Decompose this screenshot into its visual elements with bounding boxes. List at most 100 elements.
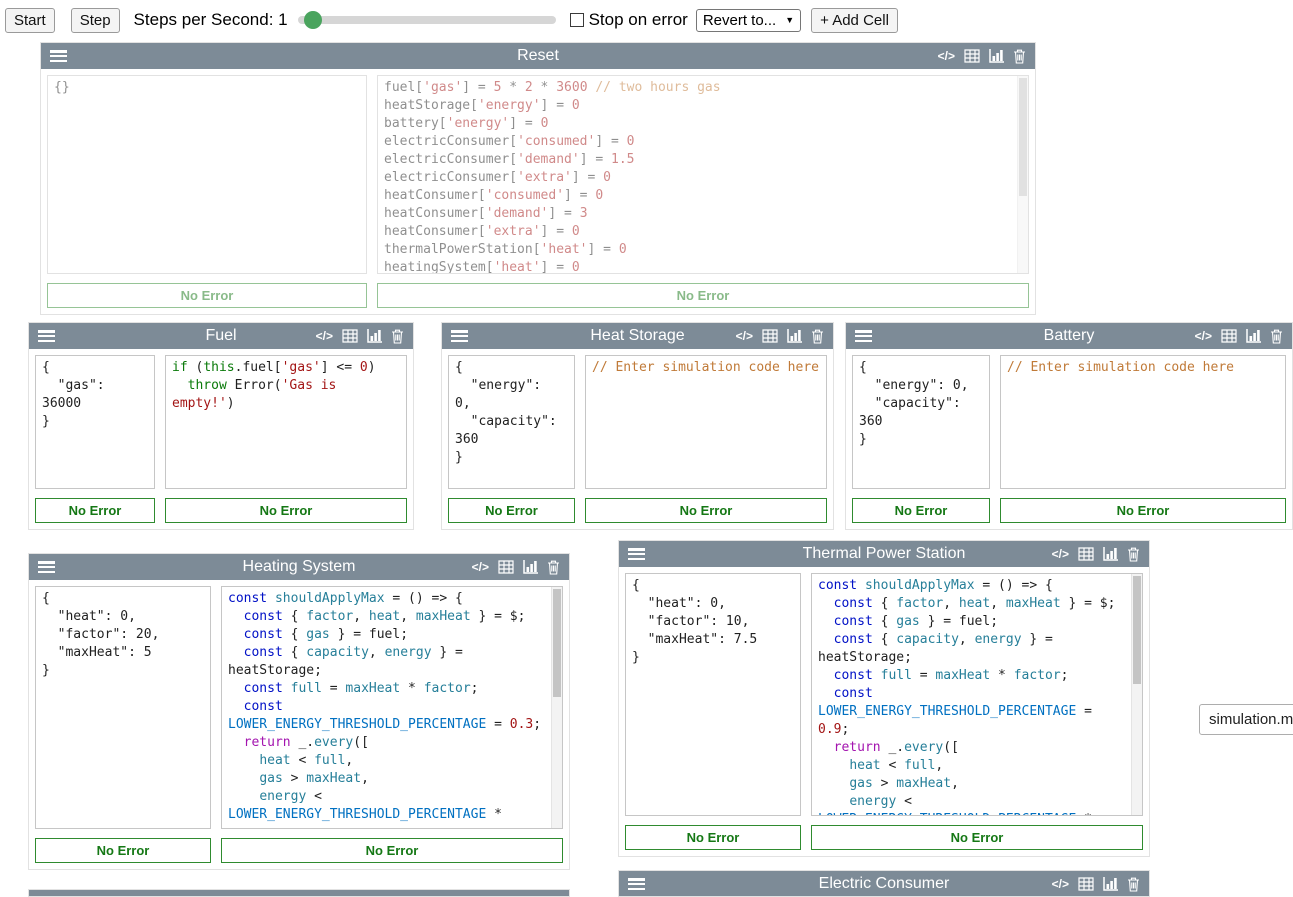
delete-cell-icon[interactable] bbox=[1127, 877, 1140, 892]
delete-cell-icon[interactable] bbox=[1127, 547, 1140, 562]
delete-cell-icon[interactable] bbox=[1270, 329, 1283, 344]
cell-title: Reset bbox=[517, 47, 559, 65]
add-cell-button[interactable]: + Add Cell bbox=[811, 8, 898, 33]
code-editor[interactable]: const shouldApplyMax = () => { const { f… bbox=[221, 586, 563, 829]
drag-handle-icon[interactable] bbox=[451, 330, 468, 342]
state-editor[interactable]: { "gas": 36000 } bbox=[35, 355, 155, 489]
chart-view-icon[interactable] bbox=[367, 329, 382, 343]
state-editor[interactable]: { "energy": 0, "capacity": 360 } bbox=[448, 355, 575, 489]
cell-header: Heating System </> bbox=[29, 554, 569, 580]
chart-view-icon[interactable] bbox=[787, 329, 802, 343]
state-editor[interactable]: { "heat": 0, "factor": 20, "maxHeat": 5 … bbox=[35, 586, 211, 829]
cell-header: Heat Consumer </> bbox=[29, 890, 569, 897]
code-error-status: No Error bbox=[377, 283, 1029, 308]
stop-on-error-checkbox[interactable] bbox=[570, 13, 584, 27]
cell-heat-consumer: Heat Consumer </> bbox=[28, 889, 570, 897]
code-view-icon[interactable]: </> bbox=[472, 560, 489, 574]
toolbar: Start Step Steps per Second: 1 Stop on e… bbox=[0, 0, 1293, 36]
cell-header: Battery </> bbox=[846, 323, 1292, 349]
code-view-icon[interactable]: </> bbox=[938, 49, 955, 63]
delete-cell-icon[interactable] bbox=[1013, 49, 1026, 64]
stop-on-error-label: Stop on error bbox=[589, 10, 688, 30]
scrollbar[interactable] bbox=[551, 587, 562, 828]
code-view-icon[interactable]: </> bbox=[1052, 877, 1069, 891]
cell-heating-system: Heating System </> { "heat": 0, "factor"… bbox=[28, 553, 570, 870]
filename-tooltip: simulation.m bbox=[1199, 704, 1293, 735]
cell-header: Electric Consumer </> bbox=[619, 871, 1149, 897]
delete-cell-icon[interactable] bbox=[811, 329, 824, 344]
cell-header: Thermal Power Station </> bbox=[619, 541, 1149, 567]
chart-view-icon[interactable] bbox=[1103, 877, 1118, 891]
scrollbar-thumb[interactable] bbox=[553, 589, 561, 697]
cell-thermal-power-station: Thermal Power Station </> { "heat": 0, "… bbox=[618, 540, 1150, 857]
table-view-icon[interactable] bbox=[964, 49, 980, 63]
drag-handle-icon[interactable] bbox=[628, 548, 645, 560]
code-error-status: No Error bbox=[1000, 498, 1286, 523]
start-button[interactable]: Start bbox=[5, 8, 55, 33]
scrollbar-thumb[interactable] bbox=[1133, 576, 1141, 684]
drag-handle-icon[interactable] bbox=[38, 330, 55, 342]
scrollbar[interactable] bbox=[1131, 574, 1142, 815]
chart-view-icon[interactable] bbox=[1103, 547, 1118, 561]
table-view-icon[interactable] bbox=[1221, 329, 1237, 343]
chart-view-icon[interactable] bbox=[1246, 329, 1261, 343]
cell-reset: Reset </> {} fuel['gas'] = 5 * 2 * 3600 … bbox=[40, 42, 1036, 315]
chart-view-icon[interactable] bbox=[523, 560, 538, 574]
cell-battery: Battery </> { "energy": 0, "capacity": 3… bbox=[845, 322, 1293, 530]
code-editor[interactable]: const shouldApplyMax = () => { const { f… bbox=[811, 573, 1143, 816]
state-editor[interactable]: {} bbox=[47, 75, 367, 274]
slider-knob[interactable] bbox=[304, 11, 322, 29]
cell-title: Battery bbox=[1044, 327, 1095, 345]
code-editor[interactable]: // Enter simulation code here bbox=[585, 355, 827, 489]
code-view-icon[interactable]: </> bbox=[736, 329, 753, 343]
state-editor[interactable]: { "energy": 0, "capacity": 360 } bbox=[852, 355, 990, 489]
table-view-icon[interactable] bbox=[498, 560, 514, 574]
code-error-status: No Error bbox=[221, 838, 563, 863]
cell-title: Fuel bbox=[205, 327, 236, 345]
cell-header: Heat Storage </> bbox=[442, 323, 833, 349]
drag-handle-icon[interactable] bbox=[855, 330, 872, 342]
table-view-icon[interactable] bbox=[342, 329, 358, 343]
state-error-status: No Error bbox=[35, 838, 211, 863]
chevron-down-icon: ▼ bbox=[785, 16, 794, 25]
code-editor[interactable]: // Enter simulation code here bbox=[1000, 355, 1286, 489]
revert-to-select[interactable]: Revert to... ▼ bbox=[696, 9, 801, 32]
steps-per-second-label: Steps per Second: 1 bbox=[134, 10, 288, 30]
cell-title: Thermal Power Station bbox=[803, 545, 966, 563]
steps-per-second-slider[interactable] bbox=[298, 11, 556, 29]
drag-handle-icon[interactable] bbox=[38, 561, 55, 573]
state-error-status: No Error bbox=[35, 498, 155, 523]
table-view-icon[interactable] bbox=[762, 329, 778, 343]
drag-handle-icon[interactable] bbox=[628, 878, 645, 890]
code-view-icon[interactable]: </> bbox=[1195, 329, 1212, 343]
table-view-icon[interactable] bbox=[1078, 547, 1094, 561]
scrollbar[interactable] bbox=[1017, 76, 1028, 273]
scrollbar-thumb[interactable] bbox=[1019, 78, 1027, 196]
delete-cell-icon[interactable] bbox=[391, 329, 404, 344]
code-error-status: No Error bbox=[585, 498, 827, 523]
state-editor[interactable]: { "heat": 0, "factor": 10, "maxHeat": 7.… bbox=[625, 573, 801, 816]
cell-electric-consumer: Electric Consumer </> bbox=[618, 870, 1150, 897]
cell-header: Fuel </> bbox=[29, 323, 413, 349]
step-button[interactable]: Step bbox=[71, 8, 120, 33]
code-editor[interactable]: if (this.fuel['gas'] <= 0) throw Error('… bbox=[165, 355, 407, 489]
drag-handle-icon[interactable] bbox=[50, 50, 67, 62]
slider-track[interactable] bbox=[298, 16, 556, 24]
cell-fuel: Fuel </> { "gas": 36000 } if (this.fuel[… bbox=[28, 322, 414, 530]
cell-title: Electric Consumer bbox=[819, 875, 950, 893]
state-error-status: No Error bbox=[448, 498, 575, 523]
code-view-icon[interactable]: </> bbox=[316, 329, 333, 343]
code-view-icon[interactable]: </> bbox=[1052, 547, 1069, 561]
code-error-status: No Error bbox=[165, 498, 407, 523]
code-editor[interactable]: fuel['gas'] = 5 * 2 * 3600 // two hours … bbox=[377, 75, 1029, 274]
revert-to-value: Revert to... bbox=[703, 12, 776, 29]
table-view-icon[interactable] bbox=[1078, 877, 1094, 891]
cell-title: Heat Storage bbox=[590, 327, 684, 345]
state-error-status: No Error bbox=[852, 498, 990, 523]
chart-view-icon[interactable] bbox=[989, 49, 1004, 63]
delete-cell-icon[interactable] bbox=[547, 560, 560, 575]
cell-header: Reset </> bbox=[41, 43, 1035, 69]
state-error-status: No Error bbox=[625, 825, 801, 850]
state-error-status: No Error bbox=[47, 283, 367, 308]
cell-heat-storage: Heat Storage </> { "energy": 0, "capacit… bbox=[441, 322, 834, 530]
